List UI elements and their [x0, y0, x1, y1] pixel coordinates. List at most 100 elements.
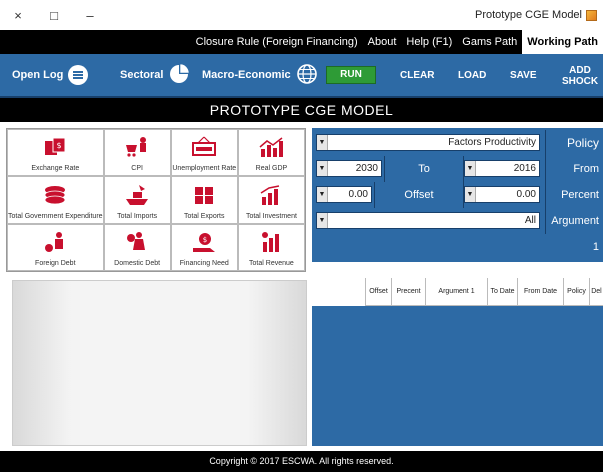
tile-cpi[interactable]: CPI: [103, 129, 171, 177]
col-argument[interactable]: Argument 1: [425, 278, 487, 306]
menu-about[interactable]: About: [363, 30, 402, 54]
tile-label: Real GDP: [255, 165, 288, 173]
col-from-date[interactable]: From Date: [517, 278, 563, 306]
pie-chart-icon: [168, 63, 190, 88]
from-label: From: [545, 156, 603, 182]
tile-label: Total Revenue: [249, 259, 294, 267]
shocks-table: Del Policy From Date To Date Argument 1 …: [312, 278, 603, 446]
macro-economic-button[interactable]: Macro-Economic: [202, 63, 318, 88]
tile-unemployment-rate[interactable]: Unemployment Rate: [170, 129, 238, 177]
percent-value: 0.00: [516, 189, 536, 200]
col-precent[interactable]: Precent: [391, 278, 425, 306]
tile-label: Financing Need: [179, 259, 229, 267]
tile-foreign-debt[interactable]: Foreign Debt: [7, 223, 104, 271]
to-year-input[interactable]: ▼ 2030: [316, 160, 382, 177]
tile-total-imports[interactable]: Total Imports: [103, 176, 171, 224]
no-vacancy-sign-icon: [192, 136, 217, 157]
menu-help[interactable]: Help (F1): [401, 30, 457, 54]
open-log-button[interactable]: Open Log: [12, 64, 89, 86]
container-boxes-icon: [195, 186, 214, 204]
hand-money-icon: $: [193, 232, 216, 252]
percent-input[interactable]: ▼ 0.00: [464, 186, 540, 203]
coin-stack-icon: [44, 185, 66, 205]
add-shock-label-2: SHOCK: [561, 76, 599, 87]
tile-total-government-expenditure[interactable]: Total Government Expenditure: [7, 176, 104, 224]
add-shock-button[interactable]: ADD SHOCK: [560, 65, 600, 87]
run-button[interactable]: RUN: [326, 66, 376, 84]
policy-row: ▼ Factors Productivity Policy: [312, 130, 603, 156]
offset-input[interactable]: ▼ 0.00: [316, 186, 372, 203]
list-icon: [68, 65, 89, 85]
sectoral-button[interactable]: Sectoral: [120, 63, 190, 88]
col-offset[interactable]: Offset: [365, 278, 391, 306]
col-del[interactable]: Del: [589, 278, 603, 306]
from-year-input[interactable]: ▼ 2016: [464, 160, 540, 177]
revenue-bars-icon: [262, 231, 280, 252]
tile-domestic-debt[interactable]: Domestic Debt: [103, 223, 171, 271]
shock-form: ▼ Factors Productivity Policy ▼ 2030 To …: [312, 128, 603, 262]
table-header: Del Policy From Date To Date Argument 1 …: [312, 278, 603, 306]
menu-gams-path[interactable]: Gams Path: [457, 30, 522, 54]
spinner-icon[interactable]: ▼: [317, 187, 328, 202]
offset-label: Offset: [374, 182, 464, 208]
col-policy[interactable]: Policy: [563, 278, 589, 306]
svg-text:$: $: [57, 141, 62, 150]
chart-preview-area: [12, 280, 307, 446]
globe-icon: [296, 63, 318, 88]
indicator-grid: $ Exchange Rate CPI Unemployment Rate Re…: [6, 128, 306, 272]
clear-button[interactable]: CLEAR: [400, 70, 434, 81]
policy-select[interactable]: ▼ Factors Productivity: [316, 134, 540, 151]
chevron-down-icon: ▼: [317, 135, 328, 150]
argument-row: ▼ All Argument 1: [312, 208, 603, 253]
add-shock-label-1: ADD: [569, 65, 591, 76]
ship-import-icon: [126, 184, 149, 205]
close-window-icon[interactable]: ×: [0, 0, 36, 30]
date-row: ▼ 2030 To ▼ 2016 From: [312, 156, 603, 182]
menu-working-path[interactable]: Working Path: [522, 30, 603, 54]
toolbar: Open Log Sectoral Macro-Economic RUN CLE…: [0, 54, 603, 98]
spinner-icon[interactable]: ▼: [465, 187, 476, 202]
chevron-down-icon: ▼: [317, 213, 328, 228]
app-icon: [586, 9, 597, 21]
policy-label: Policy: [545, 130, 603, 156]
minimize-window-icon[interactable]: –: [72, 0, 108, 30]
window-title: Prototype CGE Model: [475, 9, 597, 21]
from-year-value: 2016: [513, 163, 536, 174]
percent-label: Percent: [545, 182, 603, 208]
save-button[interactable]: SAVE: [510, 70, 537, 81]
macro-label: Macro-Economic: [202, 68, 291, 81]
col-to-date[interactable]: To Date: [487, 278, 517, 306]
tile-total-exports[interactable]: Total Exports: [170, 176, 238, 224]
bar-growth-icon: [259, 137, 284, 158]
tile-label: Total Imports: [117, 212, 158, 220]
percent-row: ▼ 0.00 Offset ▼ 0.00 Percent: [312, 182, 603, 208]
tile-label: Domestic Debt: [114, 259, 161, 267]
shopping-cart-icon: [126, 137, 147, 157]
svg-text:$: $: [203, 236, 207, 244]
tile-label: CPI: [131, 165, 143, 173]
exchange-rate-icon: $: [45, 137, 66, 156]
menu-closure-rule[interactable]: Closure Rule (Foreign Financing): [191, 30, 363, 54]
tile-label: Total Exports: [184, 212, 225, 220]
app-banner: PROTOTYPE CGE MODEL: [0, 98, 603, 122]
tile-exchange-rate[interactable]: $ Exchange Rate: [7, 129, 104, 177]
tile-financing-need[interactable]: $ Financing Need: [170, 223, 238, 271]
tile-label: Total Investment: [245, 212, 297, 220]
tile-label: Foreign Debt: [35, 259, 76, 267]
tile-real-gdp[interactable]: Real GDP: [237, 129, 305, 177]
person-debt-icon: [45, 231, 64, 252]
argument-select[interactable]: ▼ All: [316, 212, 540, 229]
to-year-value: 2030: [355, 163, 378, 174]
window-title-text: Prototype CGE Model: [475, 9, 582, 21]
maximize-window-icon[interactable]: □: [36, 0, 72, 30]
policy-value: Factors Productivity: [448, 137, 536, 148]
window-controls: × □ –: [0, 0, 108, 30]
load-button[interactable]: LOAD: [458, 70, 486, 81]
tile-total-revenue[interactable]: Total Revenue: [237, 223, 305, 271]
tile-label: Exchange Rate: [31, 165, 80, 173]
window-titlebar: × □ – Prototype CGE Model: [0, 0, 603, 30]
spinner-icon[interactable]: ▼: [465, 161, 476, 176]
investment-chart-icon: [261, 184, 280, 205]
tile-total-investment[interactable]: Total Investment: [237, 176, 305, 224]
spinner-icon[interactable]: ▼: [317, 161, 328, 176]
